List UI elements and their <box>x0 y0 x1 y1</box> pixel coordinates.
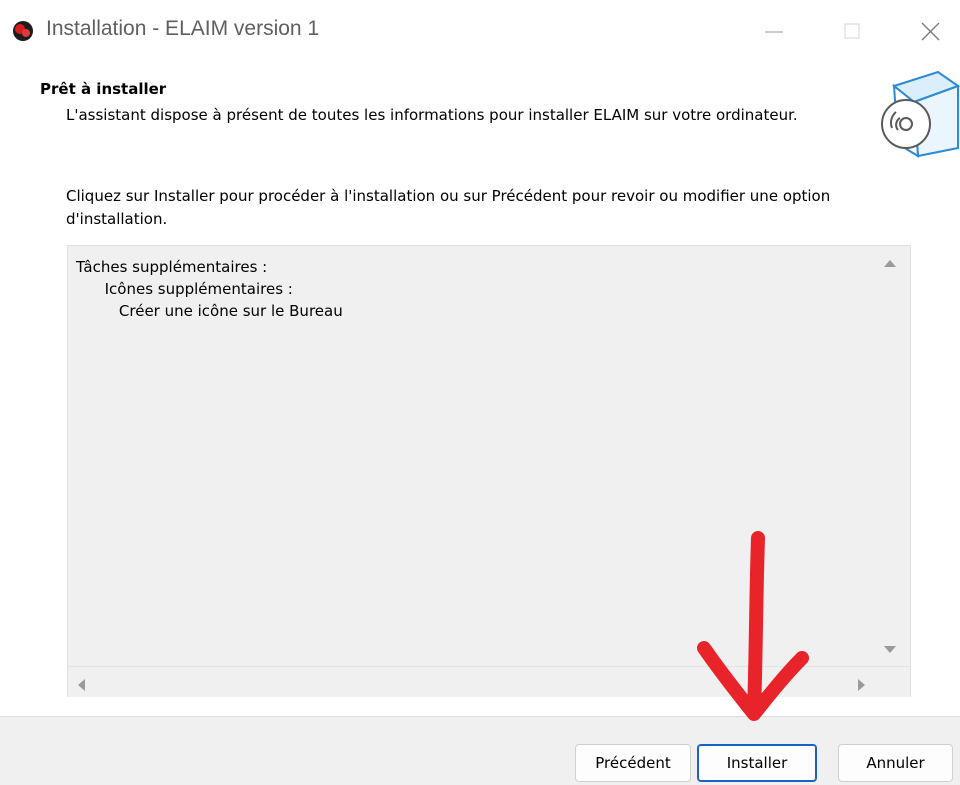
install-button[interactable]: Installer <box>697 744 817 782</box>
scroll-down-arrow-icon[interactable] <box>884 646 896 653</box>
maximize-icon <box>844 23 860 39</box>
memo-line: Créer une icône sur le Bureau <box>76 302 343 320</box>
scroll-right-arrow-icon[interactable] <box>858 679 865 691</box>
back-button[interactable]: Précédent <box>575 744 691 782</box>
scroll-left-arrow-icon[interactable] <box>78 679 85 691</box>
close-button[interactable] <box>900 0 960 64</box>
page-subheading: L'assistant dispose à présent de toutes … <box>66 106 798 124</box>
minimize-icon <box>765 31 783 33</box>
button-panel: Précédent Installer Annuler <box>0 716 960 785</box>
minimize-button[interactable] <box>744 0 806 64</box>
memo-line: Tâches supplémentaires : <box>76 258 268 276</box>
title-bar: Installation - ELAIM version 1 <box>0 0 960 64</box>
scroll-up-arrow-icon[interactable] <box>884 260 896 267</box>
horizontal-scrollbar[interactable] <box>68 666 910 697</box>
close-icon <box>921 22 940 41</box>
setup-box-icon <box>881 70 960 158</box>
page-heading: Prêt à installer <box>40 80 167 98</box>
window-title: Installation - ELAIM version 1 <box>46 17 320 40</box>
cancel-button[interactable]: Annuler <box>838 744 953 782</box>
memo-content: Tâches supplémentaires : Icônes suppléme… <box>76 256 343 322</box>
memo-line: Icônes supplémentaires : <box>76 280 293 298</box>
ready-memo[interactable]: Tâches supplémentaires : Icônes suppléme… <box>67 245 911 697</box>
maximize-button[interactable] <box>822 0 884 64</box>
elaim-app-icon <box>13 21 33 41</box>
instruction-text: Cliquez sur Installer pour procéder à l'… <box>66 187 831 228</box>
